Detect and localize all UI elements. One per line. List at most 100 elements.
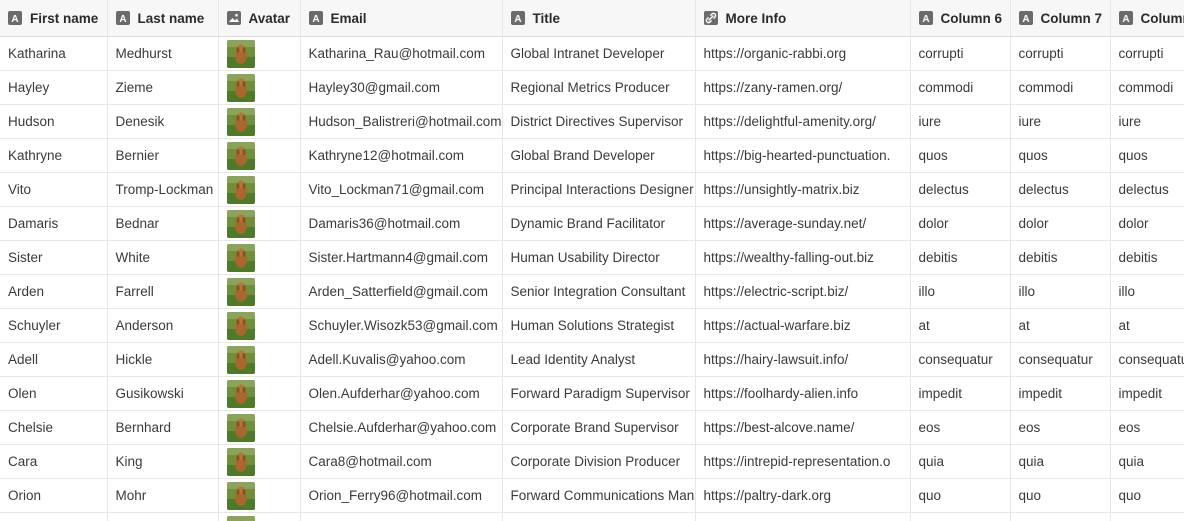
cell-more-info[interactable]: https://electric-script.biz/ [695,274,911,309]
cell-more-info[interactable]: https://actual-warfare.biz [695,308,911,343]
cell-title[interactable]: Corporate Division Producer [502,444,696,479]
cell-title[interactable]: Forward Communications Manager [502,478,696,513]
cell-email[interactable]: Hayley30@gmail.com [300,70,503,105]
cell-more-info[interactable]: https://paltry-dark.org [695,478,911,513]
cell-column-6[interactable]: iure [910,104,1011,139]
cell-title[interactable]: Human Usability Director [502,240,696,275]
table-row[interactable]: Schuyler Anderson Schuyler.Wisozk53@gmail.… [0,308,1184,343]
cell-column-8[interactable]: impedit [1110,376,1184,411]
cell-email[interactable]: Vito_Lockman71@gmail.com [300,172,503,207]
cell-title[interactable] [502,512,696,521]
cell-more-info[interactable]: https://best-alcove.name/ [695,410,911,445]
cell-column-8[interactable] [1110,512,1184,521]
cell-first-name[interactable]: Adell [0,342,108,377]
cell-column-8[interactable]: consequatur [1110,342,1184,377]
cell-email[interactable] [300,512,503,521]
cell-title[interactable]: Regional Metrics Producer [502,70,696,105]
cell-column-7[interactable]: corrupti [1010,36,1111,71]
cell-email[interactable]: Schuyler.Wisozk53@gmail.com [300,308,503,343]
cell-column-7[interactable]: impedit [1010,376,1111,411]
cell-column-6[interactable]: debitis [910,240,1011,275]
cell-column-6[interactable]: corrupti [910,36,1011,71]
cell-more-info[interactable]: https://unsightly-matrix.biz [695,172,911,207]
column-header-first-name[interactable]: A First name [0,0,108,37]
cell-last-name[interactable]: King [107,444,219,479]
cell-more-info[interactable]: https://foolhardy-alien.info [695,376,911,411]
cell-first-name[interactable]: Damaris [0,206,108,241]
cell-last-name[interactable]: Medhurst [107,36,219,71]
cell-column-7[interactable]: consequatur [1010,342,1111,377]
cell-avatar[interactable] [218,444,301,479]
table-row[interactable]: Kathryne Bernier Kathryne12@hotmail.com Glo… [0,138,1184,173]
table-row[interactable]: Sister White Sister.Hartmann4@gmail.com Hum… [0,240,1184,275]
cell-column-6[interactable]: quos [910,138,1011,173]
cell-column-7[interactable]: eos [1010,410,1111,445]
table-row[interactable]: Cara King Cara8@hotmail.com Corporate Divis… [0,444,1184,479]
cell-more-info[interactable]: https://average-sunday.net/ [695,206,911,241]
cell-column-8[interactable]: corrupti [1110,36,1184,71]
cell-column-6[interactable]: quia [910,444,1011,479]
cell-first-name[interactable]: Kathryne [0,138,108,173]
cell-first-name[interactable]: Olen [0,376,108,411]
cell-column-8[interactable]: illo [1110,274,1184,309]
table-row[interactable]: Adell Hickle Adell.Kuvalis@yahoo.com Lead I… [0,342,1184,377]
cell-avatar[interactable] [218,410,301,445]
cell-first-name[interactable]: Hudson [0,104,108,139]
cell-column-8[interactable]: dolor [1110,206,1184,241]
cell-last-name[interactable]: Hickle [107,342,219,377]
cell-last-name[interactable]: Gusikowski [107,376,219,411]
cell-first-name[interactable]: Sister [0,240,108,275]
cell-avatar[interactable] [218,138,301,173]
cell-column-8[interactable]: delectus [1110,172,1184,207]
cell-column-8[interactable]: quia [1110,444,1184,479]
column-header-column-7[interactable]: A Column 7 [1010,0,1111,37]
cell-first-name[interactable]: Cara [0,444,108,479]
cell-avatar[interactable] [218,376,301,411]
cell-last-name[interactable]: Tromp-Lockman [107,172,219,207]
cell-email[interactable]: Kathryne12@hotmail.com [300,138,503,173]
cell-more-info[interactable]: https://wealthy-falling-out.biz [695,240,911,275]
cell-last-name[interactable]: Denesik [107,104,219,139]
cell-last-name[interactable]: Zieme [107,70,219,105]
cell-first-name[interactable]: Vito [0,172,108,207]
cell-column-7[interactable]: commodi [1010,70,1111,105]
table-row[interactable]: Chelsie Bernhard Chelsie.Aufderhar@yahoo.c… [0,410,1184,445]
cell-title[interactable]: Principal Interactions Designer [502,172,696,207]
cell-column-6[interactable]: illo [910,274,1011,309]
cell-column-7[interactable]: at [1010,308,1111,343]
cell-email[interactable]: Cara8@hotmail.com [300,444,503,479]
cell-email[interactable]: Adell.Kuvalis@yahoo.com [300,342,503,377]
table-row[interactable]: Hayley Zieme Hayley30@gmail.com Regional Me… [0,70,1184,105]
table-row[interactable] [0,512,1184,521]
cell-email[interactable]: Sister.Hartmann4@gmail.com [300,240,503,275]
cell-column-8[interactable]: debitis [1110,240,1184,275]
cell-column-7[interactable] [1010,512,1111,521]
cell-more-info[interactable]: https://delightful-amenity.org/ [695,104,911,139]
cell-more-info[interactable] [695,512,911,521]
cell-avatar[interactable] [218,274,301,309]
column-header-column-6[interactable]: A Column 6 [910,0,1011,37]
cell-column-8[interactable]: quos [1110,138,1184,173]
cell-column-8[interactable]: commodi [1110,70,1184,105]
cell-more-info[interactable]: https://zany-ramen.org/ [695,70,911,105]
cell-first-name[interactable]: Orion [0,478,108,513]
cell-last-name[interactable]: Mohr [107,478,219,513]
cell-title[interactable]: Global Brand Developer [502,138,696,173]
table-row[interactable]: Orion Mohr Orion_Ferry96@hotmail.com Forwar… [0,478,1184,513]
cell-email[interactable]: Olen.Aufderhar@yahoo.com [300,376,503,411]
cell-title[interactable]: Lead Identity Analyst [502,342,696,377]
cell-column-8[interactable]: at [1110,308,1184,343]
cell-email[interactable]: Orion_Ferry96@hotmail.com [300,478,503,513]
cell-avatar[interactable] [218,342,301,377]
cell-title[interactable]: Global Intranet Developer [502,36,696,71]
cell-email[interactable]: Arden_Satterfield@gmail.com [300,274,503,309]
cell-title[interactable]: Forward Paradigm Supervisor [502,376,696,411]
cell-more-info[interactable]: https://organic-rabbi.org [695,36,911,71]
cell-column-7[interactable]: debitis [1010,240,1111,275]
cell-more-info[interactable]: https://intrepid-representation.o [695,444,911,479]
table-row[interactable]: Vito Tromp-Lockman Vito_Lockman71@gmail.co… [0,172,1184,207]
cell-title[interactable]: Human Solutions Strategist [502,308,696,343]
cell-column-8[interactable]: iure [1110,104,1184,139]
cell-column-6[interactable]: eos [910,410,1011,445]
cell-first-name[interactable]: Hayley [0,70,108,105]
